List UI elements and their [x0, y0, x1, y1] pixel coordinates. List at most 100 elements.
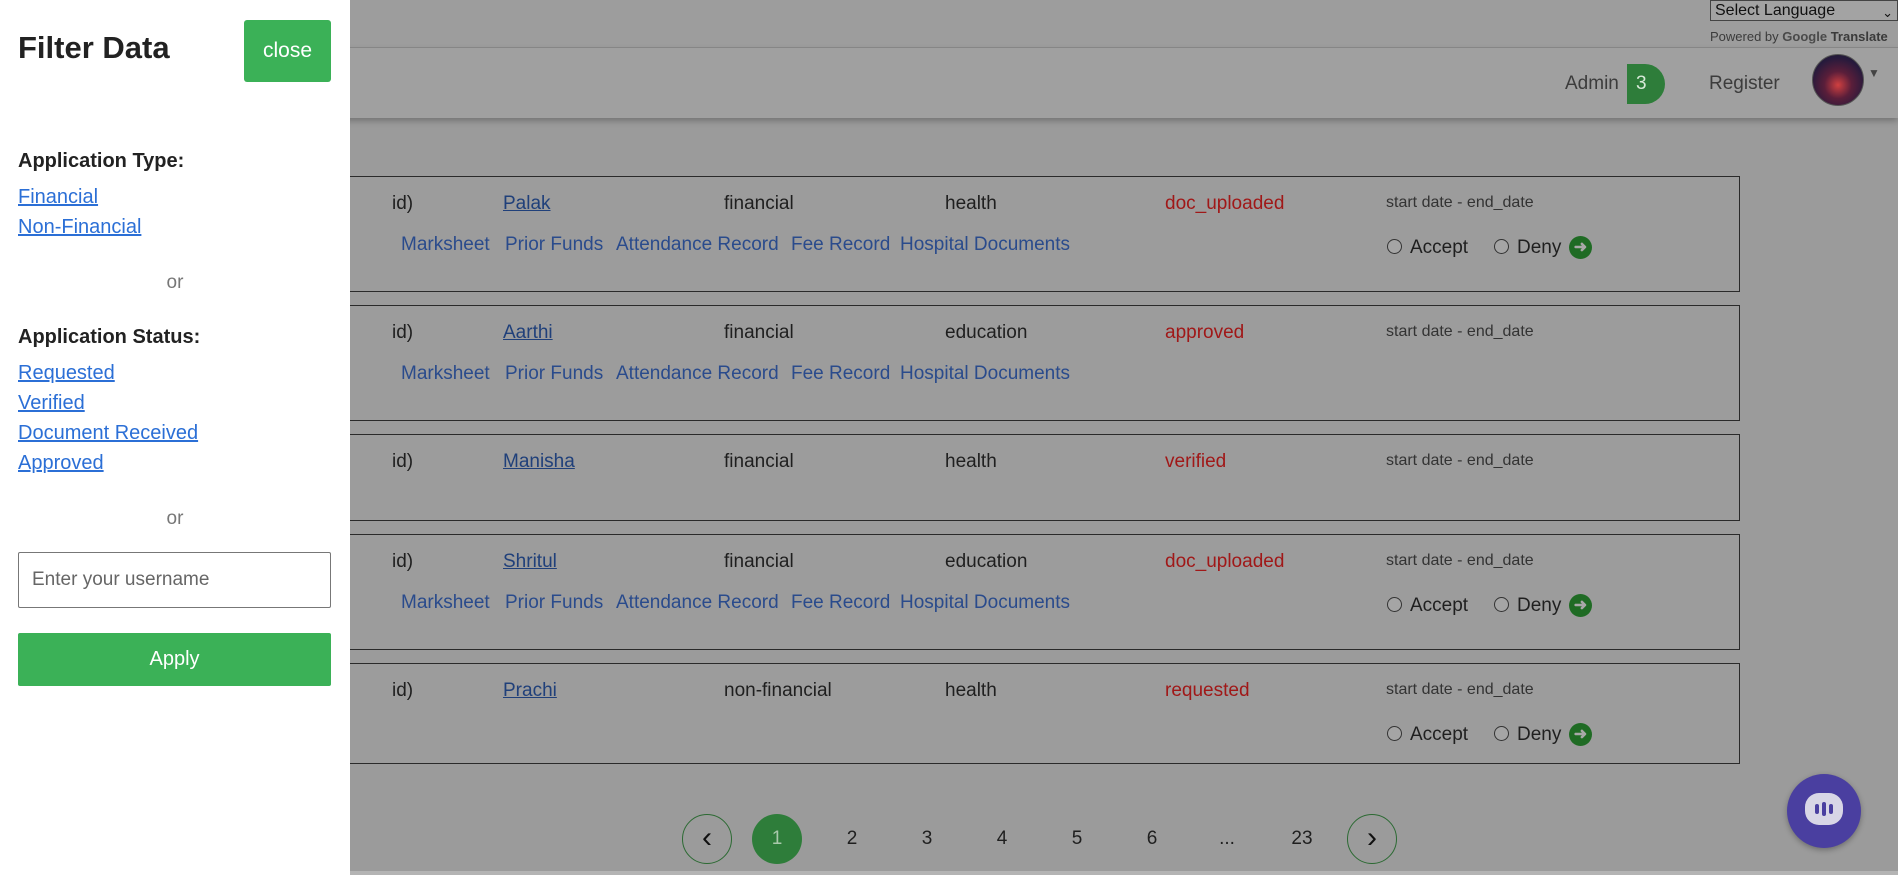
application-category: health [945, 680, 997, 701]
doc-link-prior-funds[interactable]: Prior Funds [505, 363, 603, 385]
applicant-name-link[interactable]: Palak [503, 193, 551, 215]
application-card: id) Palak financial health doc_uploaded … [290, 176, 1740, 292]
translate-link[interactable]: Translate [1831, 29, 1888, 44]
applicant-name-link[interactable]: Aarthi [503, 322, 553, 344]
deny-label: Deny [1517, 724, 1562, 745]
applicant-name-link[interactable]: Prachi [503, 680, 557, 702]
application-type: non-financial [724, 680, 832, 701]
application-category: health [945, 193, 997, 214]
filter-link-approved[interactable]: Approved [18, 452, 104, 475]
close-button[interactable]: close [244, 20, 331, 82]
accept-radio[interactable] [1387, 726, 1402, 741]
filter-panel: Filter Data close Application Type: Fina… [0, 0, 350, 875]
application-id: id) [392, 322, 414, 343]
application-card: id) Prachi non-financial health requeste… [290, 663, 1740, 764]
doc-link-hospital-documents[interactable]: Hospital Documents [900, 234, 1070, 256]
chat-widget-button[interactable] [1787, 774, 1861, 848]
application-dates: start date - end_date [1386, 194, 1534, 211]
submit-arrow-icon[interactable]: ➜ [1569, 594, 1592, 617]
deny-radio[interactable] [1494, 726, 1509, 741]
filter-link-document-received[interactable]: Document Received [18, 422, 198, 445]
doc-link-fee-record[interactable]: Fee Record [791, 592, 890, 614]
nav-register-link[interactable]: Register [1709, 73, 1780, 95]
chat-bubble-icon [1805, 793, 1843, 825]
nav-admin-link[interactable]: Admin [1565, 73, 1619, 95]
avatar[interactable] [1812, 54, 1864, 106]
doc-link-prior-funds[interactable]: Prior Funds [505, 592, 603, 614]
application-card: id) Manisha financial health verified st… [290, 434, 1740, 521]
application-type: financial [724, 193, 794, 214]
pagination-next-button[interactable]: › [1347, 814, 1397, 864]
chevron-left-icon: ‹ [702, 821, 712, 854]
pagination-page-1[interactable]: 1 [752, 814, 802, 864]
doc-link-prior-funds[interactable]: Prior Funds [505, 234, 603, 256]
application-status: requested [1165, 680, 1250, 701]
pagination-page-23[interactable]: 23 [1277, 814, 1327, 864]
application-category: education [945, 551, 1028, 572]
doc-link-fee-record[interactable]: Fee Record [791, 363, 890, 385]
deny-radio[interactable] [1494, 597, 1509, 612]
accept-radio[interactable] [1387, 597, 1402, 612]
application-status: verified [1165, 451, 1227, 472]
doc-link-attendance-record[interactable]: Attendance Record [616, 592, 779, 614]
deny-label: Deny [1517, 595, 1562, 616]
accept-label: Accept [1410, 237, 1469, 258]
chevron-down-icon: ⌄ [1882, 5, 1893, 20]
application-id: id) [392, 680, 414, 701]
or-divider: or [166, 508, 184, 529]
or-divider: or [166, 272, 184, 293]
application-id: id) [392, 451, 414, 472]
doc-link-marksheet[interactable]: Marksheet [401, 234, 490, 256]
pagination-page-6[interactable]: 6 [1127, 814, 1177, 864]
pagination-ellipsis: ... [1219, 828, 1235, 849]
pagination-prev-button[interactable]: ‹ [682, 814, 732, 864]
application-id: id) [392, 551, 414, 572]
doc-link-attendance-record[interactable]: Attendance Record [616, 363, 779, 385]
accept-label: Accept [1410, 724, 1469, 745]
applicant-name-link[interactable]: Shritul [503, 551, 557, 573]
application-status: doc_uploaded [1165, 551, 1285, 572]
application-type: financial [724, 451, 794, 472]
application-status: approved [1165, 322, 1245, 343]
application-card: id) Aarthi financial education approved … [290, 305, 1740, 421]
filter-panel-title: Filter Data [18, 30, 170, 65]
doc-link-attendance-record[interactable]: Attendance Record [616, 234, 779, 256]
application-status: doc_uploaded [1165, 193, 1285, 214]
application-type: financial [724, 322, 794, 343]
pagination-page-4[interactable]: 4 [977, 814, 1027, 864]
horizontal-scrollbar[interactable] [350, 871, 1898, 875]
accept-radio[interactable] [1387, 239, 1402, 254]
filter-link-financial[interactable]: Financial [18, 186, 98, 209]
doc-link-fee-record[interactable]: Fee Record [791, 234, 890, 256]
caret-down-icon[interactable]: ▼ [1868, 66, 1880, 80]
pagination-page-5[interactable]: 5 [1052, 814, 1102, 864]
application-id: id) [392, 193, 414, 214]
application-card: id) Shritul financial education doc_uplo… [290, 534, 1740, 650]
doc-link-marksheet[interactable]: Marksheet [401, 592, 490, 614]
filter-link-requested[interactable]: Requested [18, 362, 115, 385]
submit-arrow-icon[interactable]: ➜ [1569, 723, 1592, 746]
application-category: education [945, 322, 1028, 343]
language-select-value: Select Language [1715, 2, 1836, 19]
application-dates: start date - end_date [1386, 552, 1534, 569]
apply-button[interactable]: Apply [18, 633, 331, 686]
filter-link-non-financial[interactable]: Non-Financial [18, 216, 141, 239]
application-category: health [945, 451, 997, 472]
pagination-page-3[interactable]: 3 [902, 814, 952, 864]
applicant-name-link[interactable]: Manisha [503, 451, 575, 473]
language-select[interactable]: Select Language ⌄ [1710, 0, 1898, 21]
application-dates: start date - end_date [1386, 452, 1534, 469]
doc-link-hospital-documents[interactable]: Hospital Documents [900, 363, 1070, 385]
pagination-page-2[interactable]: 2 [827, 814, 877, 864]
google-translate-credit: Powered by Google Translate [1710, 29, 1888, 44]
filter-link-verified[interactable]: Verified [18, 392, 85, 415]
application-dates: start date - end_date [1386, 681, 1534, 698]
doc-link-hospital-documents[interactable]: Hospital Documents [900, 592, 1070, 614]
submit-arrow-icon[interactable]: ➜ [1569, 236, 1592, 259]
application-type: financial [724, 551, 794, 572]
application-type-label: Application Type: [18, 150, 185, 172]
deny-radio[interactable] [1494, 239, 1509, 254]
deny-label: Deny [1517, 237, 1562, 258]
doc-link-marksheet[interactable]: Marksheet [401, 363, 490, 385]
username-input[interactable] [18, 552, 331, 608]
